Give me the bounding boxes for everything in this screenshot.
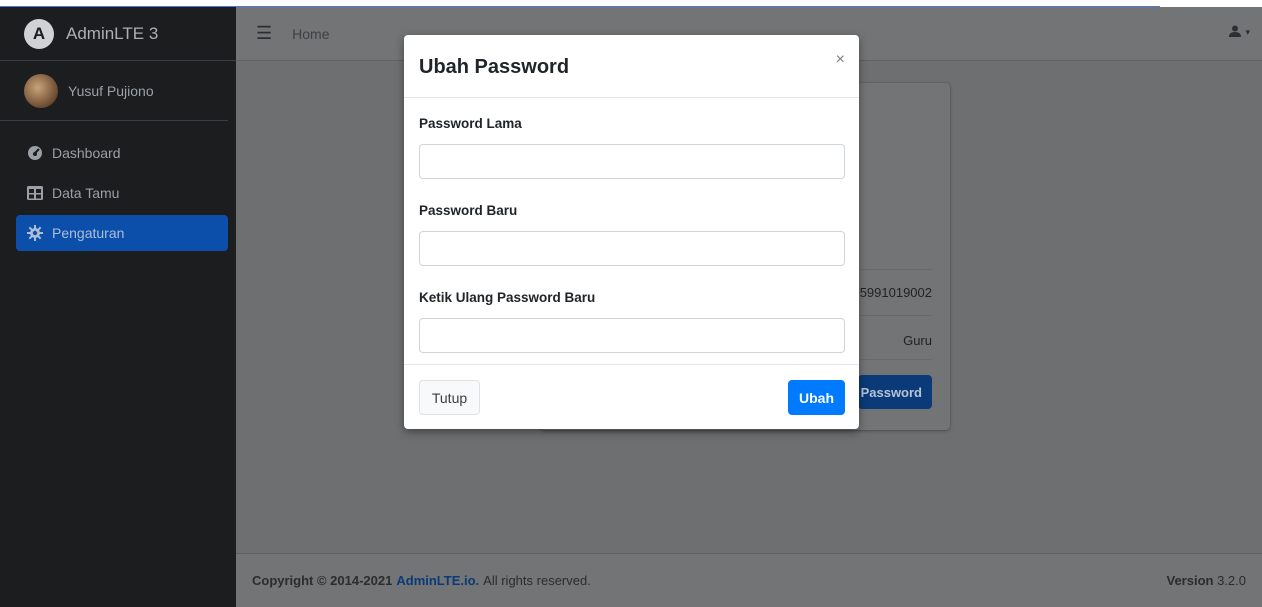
confirm-password-label: Ketik Ulang Password Baru [419,290,596,305]
table-icon [26,184,44,202]
user-panel[interactable]: Yusuf Pujiono [0,61,228,121]
close-button[interactable]: Tutup [419,380,480,415]
nav-home-link[interactable]: Home [292,26,329,42]
dashboard-icon [26,144,44,162]
modal-body: Password Lama Password Baru Ketik Ulang … [404,98,859,353]
brand-text: AdminLTE 3 [66,23,159,43]
brand-link[interactable]: A AdminLTE 3 [0,7,236,61]
old-password-label: Password Lama [419,116,522,131]
user-name[interactable]: Yusuf Pujiono [68,83,154,99]
new-password-input[interactable] [419,231,845,266]
footer-version: Version 3.2.0 [1166,573,1246,588]
modal-title: Ubah Password [419,55,570,78]
caret-down-icon: ▾ [1245,27,1250,37]
divider [860,359,932,360]
gear-icon [26,224,44,242]
old-password-input[interactable] [419,144,845,179]
footer-rights: All rights reserved. [483,573,591,588]
profile-role: Guru [903,333,932,348]
footer-copyright: Copyright © 2014-2021 [252,573,393,588]
version-number: 3.2.0 [1217,573,1246,588]
footer: Copyright © 2014-2021 AdminLTE.io. All r… [236,553,1262,607]
modal-header: Ubah Password × [404,35,859,98]
avatar [24,73,58,108]
sidebar-item-data-tamu[interactable]: Data Tamu [16,175,228,211]
sidebar-item-dashboard[interactable]: Dashboard [16,135,228,171]
sidebar: A AdminLTE 3 Yusuf Pujiono Dashboard Dat… [0,7,236,607]
sidebar-nav: Dashboard Data Tamu Pengaturan [0,121,236,251]
confirm-password-input[interactable] [419,318,845,353]
sidebar-item-pengaturan[interactable]: Pengaturan [16,215,228,251]
submit-button[interactable]: Ubah [788,380,845,415]
footer-brand-link[interactable]: AdminLTE.io. [396,573,479,588]
sidebar-item-label: Pengaturan [52,225,125,241]
change-password-button[interactable]: Password [858,375,932,409]
divider [860,269,932,270]
top-progress-line [0,0,1262,8]
sidebar-item-label: Dashboard [52,145,121,161]
user-icon [1228,25,1242,40]
user-menu-toggle[interactable]: ▾ [1228,25,1250,40]
divider [860,315,932,316]
profile-nip: 5991019002 [859,285,932,300]
change-password-modal: Ubah Password × Password Lama Password B… [404,35,859,429]
close-icon[interactable]: × [836,51,845,69]
version-label: Version [1166,573,1214,588]
brand-logo-icon: A [24,18,54,49]
modal-footer: Tutup Ubah [404,364,859,429]
sidebar-item-label: Data Tamu [52,185,120,201]
new-password-label: Password Baru [419,203,518,218]
bars-icon[interactable]: ☰ [256,23,272,44]
